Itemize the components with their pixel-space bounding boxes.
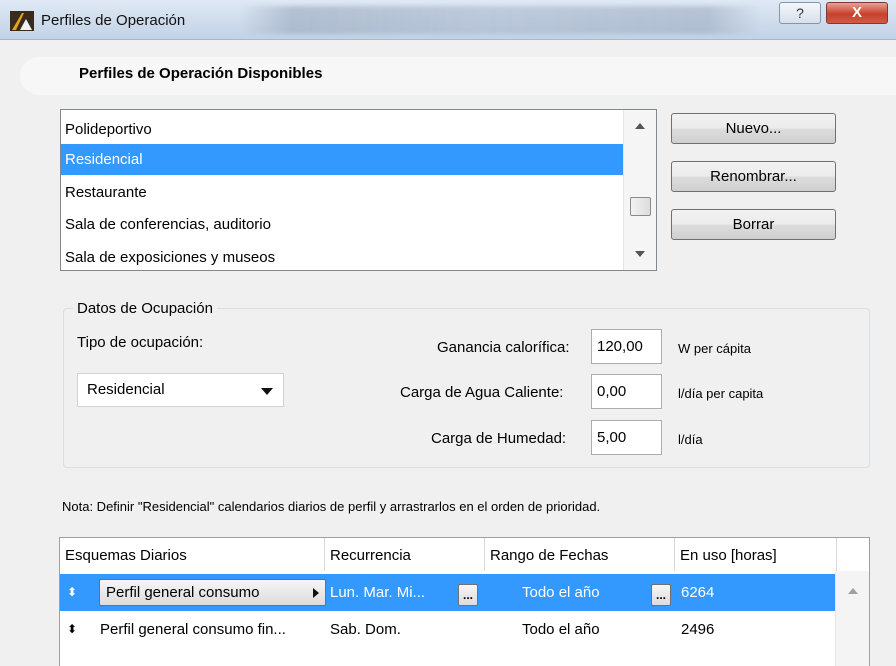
humidity-unit: l/día	[678, 432, 703, 447]
profiles-header: Perfiles de Operación Disponibles	[0, 40, 896, 95]
hot-water-label: Carga de Agua Caliente:	[400, 384, 564, 401]
rename-button[interactable]: Renombrar...	[671, 161, 836, 192]
date-range-edit-button[interactable]: ...	[651, 584, 671, 606]
column-header-hours-in-use[interactable]: En uso [horas]	[675, 538, 837, 571]
schedule-hours: 6264	[681, 584, 715, 601]
list-item[interactable]: Polideportivo	[61, 114, 624, 145]
blurred-background-toolbar	[240, 6, 760, 34]
delete-button[interactable]: Borrar	[671, 209, 836, 240]
occupancy-group-title: Datos de Ocupación	[73, 300, 217, 317]
list-item[interactable]: Restaurante	[61, 177, 624, 208]
title-bar: Perfiles de Operación ? X	[0, 0, 896, 40]
daily-schedules-table[interactable]: Esquemas Diarios Recurrencia Rango de Fe…	[59, 537, 870, 666]
list-item[interactable]: Sala de exposiciones y museos	[61, 242, 624, 273]
list-scrollbar[interactable]	[623, 110, 656, 270]
occupancy-type-dropdown[interactable]: Residencial	[77, 373, 284, 407]
scroll-up-arrow-icon[interactable]	[635, 123, 645, 129]
profiles-list[interactable]: Polideportivo Residencial Restaurante Sa…	[60, 109, 657, 271]
schedule-date-range: Todo el año	[522, 621, 600, 638]
list-item[interactable]: Sala de conferencias, auditorio	[61, 209, 624, 240]
column-header-date-range[interactable]: Rango de Fechas	[485, 538, 675, 571]
list-item-selected[interactable]: Residencial	[61, 144, 624, 175]
section-title: Perfiles de Operación Disponibles	[79, 65, 323, 82]
hot-water-field[interactable]: 0,00	[591, 374, 662, 409]
scroll-down-arrow-icon[interactable]	[635, 251, 645, 257]
drag-handle-icon[interactable]: ⬍	[66, 574, 78, 611]
occupancy-type-value: Residencial	[87, 381, 165, 398]
schedule-recurrence: Sab. Dom.	[330, 621, 401, 638]
column-header-schedules[interactable]: Esquemas Diarios	[60, 538, 325, 571]
schedule-name: Perfil general consumo fin...	[100, 621, 286, 638]
heat-gain-field[interactable]: 120,00	[591, 329, 662, 364]
table-row-selected[interactable]: ⬍ Perfil general consumo Lun. Mar. Mi...…	[60, 574, 836, 611]
hot-water-unit: l/día per capita	[678, 386, 764, 401]
schedule-note: Nota: Definir "Residencial" calendarios …	[62, 499, 601, 514]
occupancy-type-label: Tipo de ocupación:	[77, 334, 204, 351]
window-title: Perfiles de Operación	[41, 12, 186, 29]
dropdown-arrow-icon	[261, 388, 273, 395]
table-row[interactable]: ⬍ Perfil general consumo fin... Sab. Dom…	[60, 611, 836, 648]
help-button[interactable]: ?	[779, 2, 821, 24]
schedule-name-button[interactable]: Perfil general consumo	[99, 579, 326, 606]
schedule-hours: 2496	[681, 621, 715, 638]
heat-gain-unit: W per cápita	[678, 341, 751, 356]
humidity-field[interactable]: 5,00	[591, 420, 662, 455]
heat-gain-label: Ganancia calorífica:	[437, 339, 570, 356]
scroll-thumb[interactable]	[630, 197, 651, 216]
submenu-arrow-icon	[313, 588, 319, 598]
drag-handle-icon[interactable]: ⬍	[66, 611, 78, 648]
humidity-label: Carga de Humedad:	[431, 430, 567, 447]
table-scrollbar[interactable]	[835, 571, 869, 666]
schedule-name: Perfil general consumo	[106, 584, 260, 601]
archicad-logo-icon	[10, 11, 34, 31]
scroll-up-arrow-icon[interactable]	[848, 588, 858, 594]
column-header-recurrence[interactable]: Recurrencia	[325, 538, 485, 571]
schedule-date-range: Todo el año	[522, 584, 600, 601]
recurrence-edit-button[interactable]: ...	[458, 584, 478, 606]
close-button[interactable]: X	[826, 2, 888, 24]
new-button[interactable]: Nuevo...	[671, 113, 836, 144]
schedule-recurrence: Lun. Mar. Mi...	[330, 584, 426, 601]
